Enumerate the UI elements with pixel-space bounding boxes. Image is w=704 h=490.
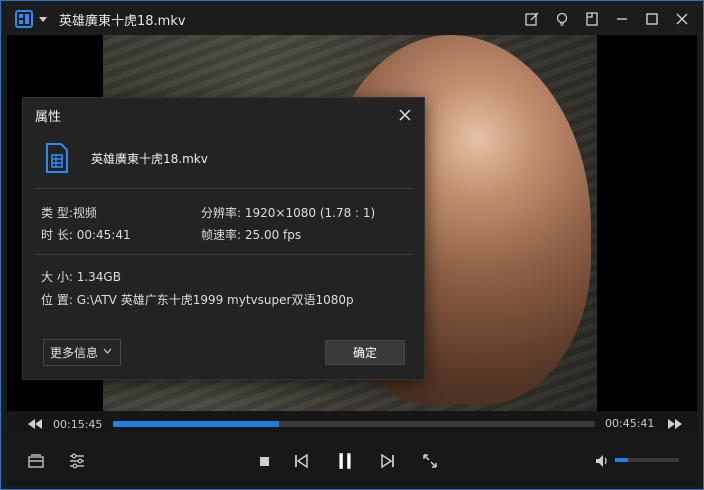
note-edit-icon (525, 12, 539, 26)
rewind-icon (28, 419, 42, 429)
next-icon (381, 453, 394, 469)
divider (35, 188, 413, 189)
chevron-down-icon (103, 348, 112, 354)
maximize-icon (646, 13, 658, 25)
previous-icon (295, 453, 308, 469)
prop-resolution: 分辨率: 1920×1080 (1.78 : 1) (201, 206, 376, 220)
current-time: 00:15:45 (53, 417, 103, 431)
more-info-label: 更多信息 (50, 346, 99, 360)
minimize-button[interactable] (607, 4, 637, 34)
next-button[interactable] (373, 446, 403, 476)
title-actions (517, 1, 697, 37)
prop-framerate: 帧速率: 25.00 fps (201, 228, 302, 242)
fast-forward-button[interactable] (663, 412, 687, 436)
playlist-icon (28, 454, 44, 468)
stop-button[interactable] (249, 446, 279, 476)
stop-icon (260, 457, 269, 466)
title-bar: 英雄廣東十虎18.mkv (1, 1, 703, 37)
file-header: 英雄廣東十虎18.mkv (45, 143, 208, 173)
previous-button[interactable] (286, 446, 316, 476)
progress-row: 00:15:45 00:45:41 (7, 411, 697, 437)
close-button[interactable] (667, 4, 697, 34)
total-time: 00:45:41 (605, 417, 655, 430)
volume-button[interactable] (587, 446, 617, 476)
properties-dialog: 属性 英雄廣東十虎18.mkv 类 型:视频 分辨率: 1920×1080 (1… (22, 97, 425, 380)
pause-button[interactable] (329, 445, 361, 477)
player-window: 英雄廣東十虎18.mkv 00:15:45 00:45:41 属性 英雄廣東十虎… (0, 0, 704, 490)
prop-duration: 时 长: 00:45:41 (41, 228, 131, 242)
fullscreen-icon (423, 454, 437, 468)
dialog-title: 属性 (35, 110, 62, 125)
fullscreen-button[interactable] (415, 446, 445, 476)
minimize-icon (617, 18, 627, 20)
divider (35, 254, 413, 255)
maximize-button[interactable] (637, 4, 667, 34)
confirm-button[interactable]: 确定 (325, 340, 405, 365)
file-name: 英雄廣東十虎18.mkv (91, 151, 208, 166)
film-strip-icon (15, 10, 33, 28)
settings-button[interactable] (62, 446, 92, 476)
pin-window-button[interactable] (577, 4, 607, 34)
control-bar (7, 437, 697, 485)
dialog-close-button[interactable] (394, 104, 416, 126)
rewind-button[interactable] (23, 412, 47, 436)
note-edit-button[interactable] (517, 4, 547, 34)
pause-icon (339, 453, 351, 469)
seek-bar[interactable] (113, 421, 595, 427)
window-title: 英雄廣東十虎18.mkv (59, 13, 186, 29)
pin-window-icon (586, 12, 598, 26)
volume-icon (596, 455, 607, 467)
seek-bar-fill (113, 421, 280, 427)
video-file-icon (46, 143, 68, 173)
settings-sliders-icon (70, 453, 84, 469)
prop-type: 类 型:视频 (41, 206, 97, 220)
prop-location: 位 置: G:\ATV 英雄广东十虎1999 mytvsuper双语1080p (41, 293, 354, 307)
fast-forward-icon (668, 419, 682, 429)
close-icon (399, 109, 411, 121)
close-icon (676, 13, 688, 25)
lightbulb-icon (556, 12, 568, 26)
chevron-down-icon (39, 16, 47, 22)
volume-slider-fill (615, 458, 628, 462)
more-info-dropdown[interactable]: 更多信息 (43, 339, 121, 366)
playlist-button[interactable] (21, 446, 51, 476)
volume-slider[interactable] (615, 458, 679, 462)
prop-size: 大 小: 1.34GB (41, 270, 121, 284)
app-menu-button[interactable] (15, 10, 47, 28)
lightbulb-button[interactable] (547, 4, 577, 34)
